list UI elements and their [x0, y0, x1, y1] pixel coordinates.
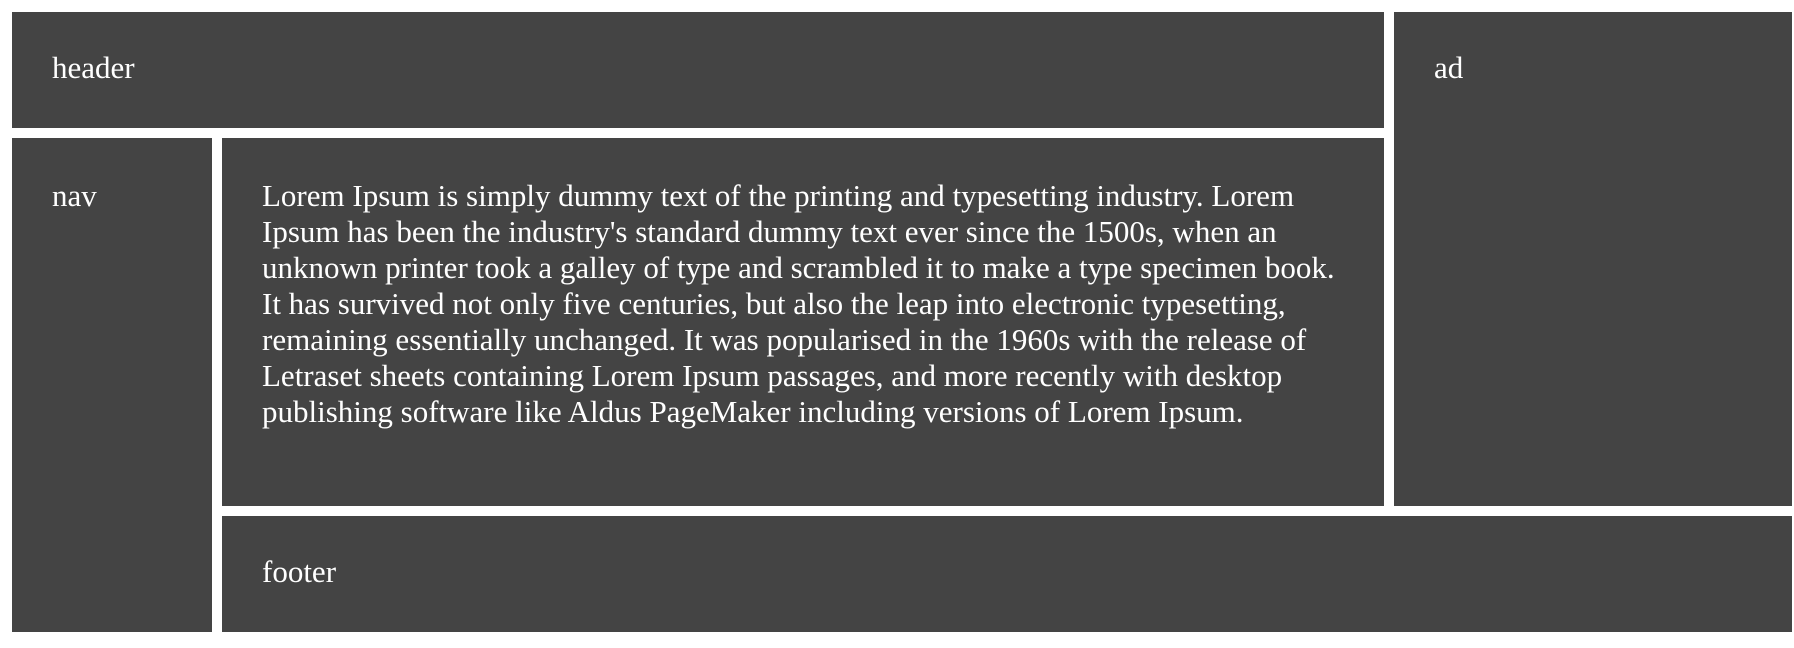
header-panel: header — [12, 12, 1384, 128]
footer-panel: footer — [222, 516, 1792, 632]
page-grid: header ad nav Lorem Ipsum is simply dumm… — [12, 12, 1792, 632]
main-content: Lorem Ipsum is simply dummy text of the … — [222, 138, 1384, 506]
nav-panel: nav — [12, 138, 212, 632]
ad-panel: ad — [1394, 12, 1792, 506]
